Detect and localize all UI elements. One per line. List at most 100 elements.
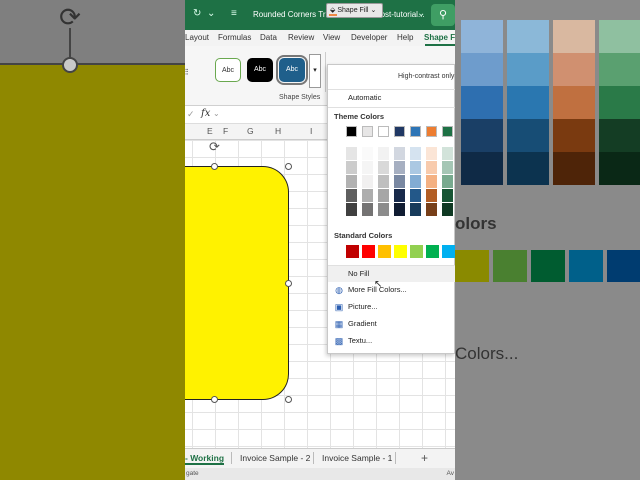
redo-icon[interactable]: ↻ <box>193 8 201 19</box>
theme-shade-swatch[interactable] <box>378 189 389 202</box>
sheet-tab-invoice-2[interactable]: Invoice Sample - 2 <box>240 453 310 463</box>
theme-shade-swatch[interactable] <box>410 203 421 216</box>
resize-handle[interactable] <box>211 163 218 170</box>
tab-review[interactable]: Review <box>288 33 314 42</box>
theme-shade-swatch[interactable] <box>346 203 357 216</box>
quick-access-menu-icon[interactable]: ≡ <box>231 8 237 19</box>
dim-area <box>0 0 185 64</box>
theme-shade-swatch[interactable] <box>442 161 453 174</box>
search-icon[interactable]: ⚲ <box>431 4 455 26</box>
theme-shade-swatch[interactable] <box>442 175 453 188</box>
tab-help[interactable]: Help <box>397 33 413 42</box>
theme-shade-swatch[interactable] <box>394 175 405 188</box>
zoomed-color-column <box>507 20 549 185</box>
theme-color-swatch[interactable] <box>362 126 373 137</box>
theme-shade-swatch[interactable] <box>442 203 453 216</box>
theme-shade-swatch[interactable] <box>362 203 373 216</box>
theme-shade-swatch[interactable] <box>442 147 453 160</box>
standard-color-swatch[interactable] <box>442 245 455 258</box>
column-header-e[interactable]: E <box>207 126 213 136</box>
formula-check-icon[interactable]: ✓ <box>187 109 195 120</box>
theme-shade-swatch[interactable] <box>410 161 421 174</box>
standard-color-swatch[interactable] <box>426 245 439 258</box>
theme-shade-swatch[interactable] <box>442 189 453 202</box>
more-styles-button[interactable]: ▾ <box>309 54 321 88</box>
theme-shade-swatch[interactable] <box>378 147 389 160</box>
resize-handle[interactable] <box>211 396 218 403</box>
zoomed-color-column <box>553 20 595 185</box>
column-header-i[interactable]: I <box>310 126 312 136</box>
theme-shade-swatch[interactable] <box>410 189 421 202</box>
standard-color-swatch[interactable] <box>394 245 407 258</box>
redo-dropdown-icon[interactable]: ⌄ <box>207 8 215 19</box>
shape-style-black[interactable]: Abc <box>247 58 273 82</box>
theme-color-swatch[interactable] <box>442 126 453 137</box>
theme-shade-swatch[interactable] <box>394 161 405 174</box>
theme-color-swatch[interactable] <box>410 126 421 137</box>
theme-shade-swatch[interactable] <box>378 175 389 188</box>
standard-color-swatch[interactable] <box>362 245 375 258</box>
theme-shade-swatch[interactable] <box>362 189 373 202</box>
column-header-h[interactable]: H <box>275 126 281 136</box>
theme-color-swatch[interactable] <box>394 126 405 137</box>
theme-shade-swatch[interactable] <box>346 161 357 174</box>
theme-shade-swatch[interactable] <box>346 189 357 202</box>
zoomed-shape-edge <box>0 63 185 65</box>
picture-option[interactable]: ▣ Picture... <box>328 299 455 315</box>
resize-handle[interactable] <box>285 396 292 403</box>
standard-color-swatch[interactable] <box>410 245 423 258</box>
tab-divider <box>395 452 396 464</box>
theme-shade-swatch[interactable] <box>426 189 437 202</box>
resize-handle[interactable] <box>285 163 292 170</box>
zoomed-swatch <box>455 250 489 282</box>
theme-shade-swatch[interactable] <box>410 147 421 160</box>
rounded-rectangle-shape[interactable] <box>185 166 289 400</box>
tab-developer[interactable]: Developer <box>351 33 387 42</box>
theme-shade-swatch[interactable] <box>410 175 421 188</box>
add-sheet-icon[interactable]: + <box>421 451 428 465</box>
standard-color-swatch[interactable] <box>346 245 359 258</box>
shape-style-blue[interactable]: Abc <box>276 55 308 85</box>
tab-shape-format[interactable]: Shape Fo <box>424 33 455 42</box>
theme-shade-swatch[interactable] <box>394 203 405 216</box>
fx-icon[interactable]: fx <box>201 108 210 119</box>
theme-shade-swatch[interactable] <box>346 175 357 188</box>
theme-shade-swatch[interactable] <box>394 189 405 202</box>
theme-color-swatch[interactable] <box>426 126 437 137</box>
theme-shade-swatch[interactable] <box>426 203 437 216</box>
theme-shade-swatch[interactable] <box>394 147 405 160</box>
theme-shade-swatch[interactable] <box>362 161 373 174</box>
theme-color-swatch[interactable] <box>378 126 389 137</box>
theme-shade-swatch[interactable] <box>426 147 437 160</box>
tab-data[interactable]: Data <box>260 33 277 42</box>
more-fill-colors-option[interactable]: ◍ More Fill Colors... <box>328 282 455 298</box>
sheet-tab-working[interactable]: - Working <box>185 453 225 465</box>
column-header-f[interactable]: F <box>223 126 228 136</box>
rotate-handle-icon[interactable]: ⟳ <box>209 139 220 155</box>
column-header-g[interactable]: G <box>247 126 254 136</box>
theme-shade-swatch[interactable] <box>346 147 357 160</box>
no-fill-option[interactable]: No Fill <box>328 266 455 282</box>
sheet-tab-invoice-1[interactable]: Invoice Sample - 1 <box>322 453 392 463</box>
automatic-option[interactable]: Automatic <box>328 90 455 106</box>
shape-style-outline-green[interactable]: Abc <box>215 58 241 82</box>
theme-shade-swatch[interactable] <box>362 175 373 188</box>
formula-dropdown-icon[interactable]: ⌄ <box>213 109 220 118</box>
more-fill-colors-label: More Fill Colors... <box>348 285 407 294</box>
theme-shade-swatch[interactable] <box>426 175 437 188</box>
title-dropdown-icon[interactable]: ⌄ <box>417 8 425 19</box>
theme-color-swatch[interactable] <box>346 126 357 137</box>
tab-layout[interactable]: Layout <box>185 33 209 42</box>
tab-formulas[interactable]: Formulas <box>218 33 251 42</box>
standard-color-swatch[interactable] <box>378 245 391 258</box>
resize-handle[interactable] <box>285 280 292 287</box>
gradient-option[interactable]: ▦ Gradient <box>328 316 455 332</box>
theme-shade-swatch[interactable] <box>362 147 373 160</box>
texture-option[interactable]: ▩ Textu... <box>328 333 455 349</box>
theme-shade-swatch[interactable] <box>378 161 389 174</box>
high-contrast-only-toggle[interactable]: High-contrast only <box>398 73 454 80</box>
zoomed-swatch <box>569 250 603 282</box>
theme-shade-swatch[interactable] <box>378 203 389 216</box>
theme-shade-swatch[interactable] <box>426 161 437 174</box>
tab-view[interactable]: View <box>323 33 340 42</box>
